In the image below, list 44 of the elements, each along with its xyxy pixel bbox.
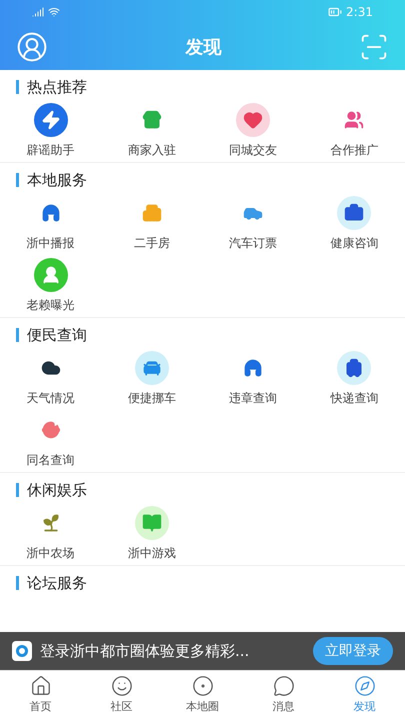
service-item[interactable]: 浙中播报 bbox=[0, 193, 102, 255]
service-item[interactable]: 商家入驻 bbox=[101, 100, 202, 162]
tab-item[interactable]: 消息 bbox=[243, 671, 324, 720]
chat-icon bbox=[272, 675, 294, 698]
briefcase-icon bbox=[337, 196, 372, 230]
service-item[interactable]: 快递查询 bbox=[304, 348, 405, 410]
book-icon bbox=[134, 506, 169, 540]
bolt-icon bbox=[34, 103, 68, 137]
person-target-icon bbox=[34, 258, 68, 292]
battery-icon bbox=[328, 5, 342, 19]
service-item[interactable]: 同城交友 bbox=[202, 100, 304, 162]
status-time: 2:31 bbox=[346, 4, 373, 21]
service-item[interactable]: 汽车订票 bbox=[202, 193, 304, 255]
car-icon bbox=[134, 351, 169, 385]
service-item[interactable]: 合作推广 bbox=[304, 100, 405, 162]
section-title: 便民查询 bbox=[27, 324, 87, 346]
service-item[interactable]: 健康咨询 bbox=[304, 193, 405, 255]
signal-icon bbox=[32, 6, 44, 18]
service-item[interactable]: 辟谣助手 bbox=[0, 100, 102, 162]
section-title: 热点推荐 bbox=[27, 76, 87, 98]
scan-icon[interactable] bbox=[359, 32, 389, 62]
house-icon bbox=[30, 675, 52, 698]
service-item[interactable]: 天气情况 bbox=[0, 348, 102, 410]
service-item[interactable]: 浙中农场 bbox=[0, 503, 102, 565]
service-item[interactable]: 同名查询 bbox=[0, 410, 102, 472]
section-title: 本地服务 bbox=[27, 170, 87, 191]
suitcase-icon bbox=[337, 351, 372, 385]
face-icon bbox=[110, 675, 132, 698]
login-prompt: 登录浙中都市圈体验更多精彩... bbox=[40, 640, 250, 662]
circle-icon bbox=[192, 675, 214, 698]
service-item[interactable]: 违章查询 bbox=[202, 348, 304, 410]
tab-item[interactable]: 本地圈 bbox=[162, 671, 243, 720]
compass-icon bbox=[354, 675, 376, 698]
service-item[interactable]: 便捷挪车 bbox=[101, 348, 202, 410]
profile-icon[interactable] bbox=[16, 31, 48, 63]
page-title: 发现 bbox=[186, 36, 222, 60]
tab-item[interactable]: 社区 bbox=[81, 671, 162, 720]
section-title: 论坛服务 bbox=[27, 572, 87, 594]
service-item[interactable]: 老赖曝光 bbox=[0, 255, 102, 317]
app-logo-icon bbox=[12, 641, 32, 661]
section-title: 休闲娱乐 bbox=[27, 480, 87, 501]
service-item[interactable]: 浙中游戏 bbox=[101, 503, 202, 565]
service-item[interactable]: 二手房 bbox=[101, 193, 202, 255]
tab-item[interactable]: 首页 bbox=[0, 671, 81, 720]
